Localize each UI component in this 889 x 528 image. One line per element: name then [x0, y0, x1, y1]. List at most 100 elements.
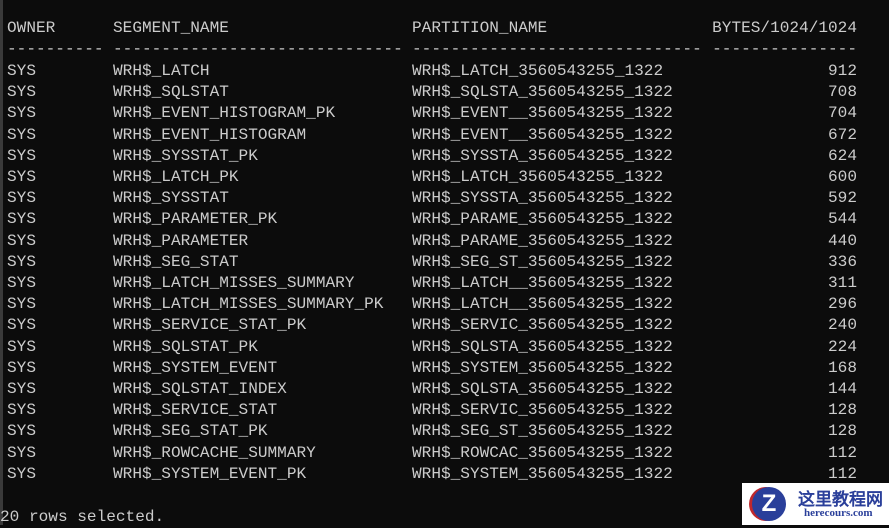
cell-bytes: 544 — [828, 210, 857, 229]
cell-partition-name: WRH$_ROWCAC_3560543255_1322 — [412, 443, 673, 462]
cell-partition-name: WRH$_LATCH_3560543255_1322 — [412, 168, 664, 186]
cell-segment-name: WRH$_SYSSTAT_PK — [113, 146, 258, 165]
table-row: SYS WRH$_SYSTEM_EVENT WRH$_SYSTEM_35605432… — [0, 358, 889, 379]
cell-segment-name: WRH$_SYSTEM_EVENT_PK — [113, 464, 307, 483]
table-row: SYS WRH$_SYSTEM_EVENT_PK WRH$_SYSTEM_35605… — [0, 464, 889, 485]
cell-bytes: 168 — [828, 358, 857, 377]
cell-partition-name: WRH$_EVENT__3560543255_1322 — [412, 104, 673, 123]
table-row: SYS WRH$_SQLSTAT_INDEX WRH$_SQLSTA_3560543… — [0, 379, 889, 400]
cell-owner: SYS — [7, 337, 36, 356]
cell-owner: SYS — [7, 464, 36, 483]
header-bytes: BYTES/1024/1024 — [712, 19, 857, 37]
cell-segment-name: WRH$_SQLSTAT — [113, 83, 229, 102]
separator-owner: ---------- — [7, 40, 104, 58]
cell-partition-name: WRH$_LATCH__3560543255_1322 — [412, 274, 673, 292]
cell-segment-name: WRH$_SQLSTAT_PK — [113, 337, 258, 356]
cell-partition-name: WRH$_SYSSTA_3560543255_1322 — [412, 189, 673, 208]
table-row: SYS WRH$_SYSSTAT WRH$_SYSSTA_3560543255_13… — [0, 188, 889, 209]
cell-bytes: 672 — [828, 125, 857, 144]
cell-bytes: 224 — [828, 337, 857, 356]
header-row: OWNER SEGMENT_NAME PARTITION_NAME BYTES/… — [0, 18, 889, 39]
cell-partition-name: WRH$_EVENT__3560543255_1322 — [412, 125, 673, 144]
cell-segment-name: WRH$_PARAMETER_PK — [113, 210, 278, 229]
cell-partition-name: WRH$_PARAME_3560543255_1322 — [412, 231, 673, 250]
table-row: SYS WRH$_SERVICE_STAT WRH$_SERVIC_35605432… — [0, 400, 889, 421]
cell-owner: SYS — [7, 316, 36, 335]
cell-segment-name: WRH$_SEG_STAT — [113, 252, 239, 271]
cell-partition-name: WRH$_SEG_ST_3560543255_1322 — [412, 252, 673, 271]
separator-bytes: --------------- — [712, 40, 857, 58]
header-owner: OWNER — [7, 19, 56, 37]
cell-owner: SYS — [7, 125, 36, 144]
watermark: Z 这里教程网 herecours.com — [742, 483, 889, 525]
cell-partition-name: WRH$_SYSSTA_3560543255_1322 — [412, 146, 673, 165]
cell-segment-name: WRH$_SEG_STAT_PK — [113, 422, 268, 441]
cell-partition-name: WRH$_LATCH_3560543255_1322 — [412, 62, 664, 80]
cell-segment-name: WRH$_LATCH_MISSES_SUMMARY_PK — [113, 295, 384, 314]
table-row: SYS WRH$_SYSSTAT_PK WRH$_SYSSTA_3560543255… — [0, 146, 889, 167]
cell-owner: SYS — [7, 62, 36, 80]
cell-partition-name: WRH$_SYSTEM_3560543255_1322 — [412, 358, 673, 377]
cell-owner: SYS — [7, 422, 36, 441]
cell-owner: SYS — [7, 380, 36, 398]
cell-segment-name: WRH$_SERVICE_STAT — [113, 401, 278, 420]
cell-partition-name: WRH$_SQLSTA_3560543255_1322 — [412, 380, 673, 398]
cell-segment-name: WRH$_SERVICE_STAT_PK — [113, 316, 307, 335]
separator-segment: ------------------------------ — [113, 40, 403, 58]
watermark-url: herecours.com — [804, 507, 873, 519]
cell-owner: SYS — [7, 210, 36, 229]
cell-bytes: 240 — [828, 316, 857, 335]
cell-bytes: 440 — [828, 231, 857, 250]
cell-segment-name: WRH$_LATCH_MISSES_SUMMARY — [113, 274, 355, 292]
cell-bytes: 704 — [828, 104, 857, 123]
cell-owner: SYS — [7, 274, 36, 292]
cell-segment-name: WRH$_EVENT_HISTOGRAM_PK — [113, 104, 336, 123]
cell-owner: SYS — [7, 252, 36, 271]
cell-bytes: 912 — [828, 62, 857, 80]
watermark-logo-icon: Z — [752, 487, 786, 521]
cell-segment-name: WRH$_LATCH — [113, 62, 210, 80]
cell-bytes: 336 — [828, 252, 857, 271]
cell-partition-name: WRH$_SYSTEM_3560543255_1322 — [412, 464, 673, 483]
cell-partition-name: WRH$_SQLSTA_3560543255_1322 — [412, 83, 673, 102]
cell-partition-name: WRH$_SERVIC_3560543255_1322 — [412, 401, 673, 420]
cell-partition-name: WRH$_PARAME_3560543255_1322 — [412, 210, 673, 229]
table-row: SYS WRH$_SEG_STAT WRH$_SEG_ST_3560543255_1… — [0, 252, 889, 273]
cell-owner: SYS — [7, 401, 36, 420]
cell-owner: SYS — [7, 146, 36, 165]
table-row: SYS WRH$_ROWCACHE_SUMMARY WRH$_ROWCAC_3560… — [0, 443, 889, 464]
cell-segment-name: WRH$_SQLSTAT_INDEX — [113, 380, 287, 398]
cell-segment-name: WRH$_PARAMETER — [113, 231, 249, 250]
header-segment-name: SEGMENT_NAME — [113, 19, 229, 37]
separator-row: ---------- -----------------------------… — [0, 39, 889, 60]
table-row: SYS WRH$_PARAMETER_PK WRH$_PARAME_35605432… — [0, 209, 889, 230]
cell-bytes: 144 — [828, 380, 857, 398]
cell-segment-name: WRH$_SYSTEM_EVENT — [113, 358, 278, 377]
cell-owner: SYS — [7, 295, 36, 314]
cell-segment-name: WRH$_EVENT_HISTOGRAM — [113, 125, 307, 144]
table-row: SYS WRH$_LATCH WRH$_LATCH_3560543255_1322 9… — [0, 61, 889, 82]
table-row: SYS WRH$_SEG_STAT_PK WRH$_SEG_ST_356054325… — [0, 421, 889, 442]
cell-bytes: 128 — [828, 401, 857, 420]
separator-partition: ------------------------------ — [412, 40, 702, 58]
cell-bytes: 600 — [828, 168, 857, 186]
table-row: SYS WRH$_SERVICE_STAT_PK WRH$_SERVIC_35605… — [0, 315, 889, 336]
cell-owner: SYS — [7, 168, 36, 186]
cell-bytes: 128 — [828, 422, 857, 441]
cell-bytes: 624 — [828, 146, 857, 165]
cell-segment-name: WRH$_SYSSTAT — [113, 189, 229, 208]
table-row: SYS WRH$_SQLSTAT_PK WRH$_SQLSTA_3560543255… — [0, 337, 889, 358]
cell-owner: SYS — [7, 189, 36, 208]
cell-segment-name: WRH$_ROWCACHE_SUMMARY — [113, 443, 316, 462]
table-row: SYS WRH$_LATCH_MISSES_SUMMARY_PK WRH$_LATC… — [0, 294, 889, 315]
cell-partition-name: WRH$_SQLSTA_3560543255_1322 — [412, 337, 673, 356]
table-row: SYS WRH$_PARAMETER WRH$_PARAME_3560543255_… — [0, 231, 889, 252]
cell-bytes: 112 — [828, 443, 857, 462]
cell-owner: SYS — [7, 83, 36, 102]
cell-owner: SYS — [7, 231, 36, 250]
table-row: SYS WRH$_LATCH_MISSES_SUMMARY WRH$_LATCH__… — [0, 273, 889, 294]
cell-bytes: 296 — [828, 295, 857, 314]
cell-bytes: 592 — [828, 189, 857, 208]
cell-partition-name: WRH$_SERVIC_3560543255_1322 — [412, 316, 673, 335]
cell-owner: SYS — [7, 358, 36, 377]
